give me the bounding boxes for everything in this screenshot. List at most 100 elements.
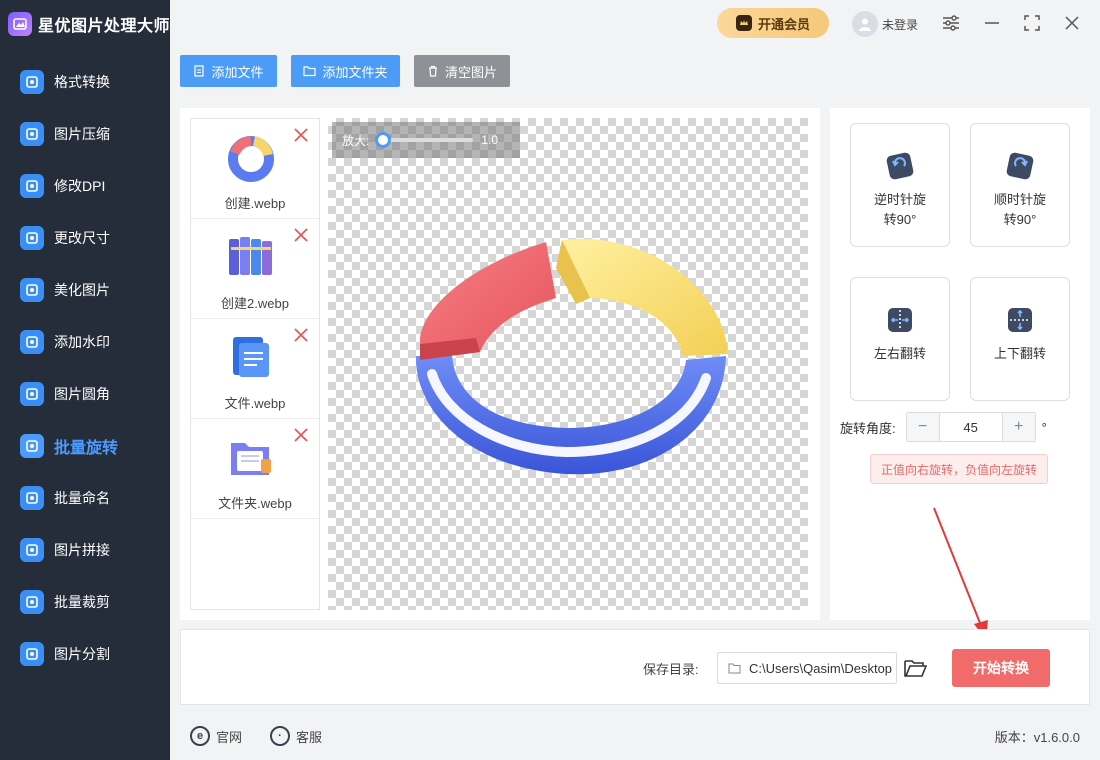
file-name: 创建.webp — [224, 196, 286, 211]
settings-icon[interactable] — [940, 12, 962, 34]
start-convert-button[interactable]: 开始转换 — [952, 649, 1050, 687]
folder-icon — [303, 66, 317, 77]
compress-icon — [20, 122, 44, 146]
footer: e 官网 · 客服 版本：v1.6.0.0 — [170, 712, 1100, 760]
image-preview: 放大: 1.0 — [328, 118, 808, 610]
sidebar: 星优图片处理大师 格式转换图片压缩修改DPI 更改尺寸美化图片添加水印图片圆角批量… — [0, 0, 170, 760]
sidebar-item-label: 批量命名 — [54, 490, 110, 506]
dpi-icon — [20, 174, 44, 198]
app-title: 星优图片处理大师 — [38, 18, 171, 35]
sidebar-item-label: 图片压缩 — [54, 126, 110, 142]
sidebar-item-1[interactable]: 图片压缩 — [0, 108, 170, 160]
user-login[interactable]: 未登录 — [852, 9, 918, 39]
folder-outline-icon — [728, 663, 741, 673]
rotation-angle-stepper: − + — [905, 412, 1036, 442]
brand: 星优图片处理大师 — [0, 0, 170, 48]
increment-button[interactable]: + — [1002, 413, 1035, 441]
remove-file-icon[interactable] — [293, 327, 309, 343]
watermark-icon — [20, 330, 44, 354]
file-list-item[interactable]: 创建2.webp — [191, 219, 319, 319]
sidebar-item-11[interactable]: 图片分割 — [0, 628, 170, 680]
sidebar-item-label: 更改尺寸 — [54, 230, 110, 246]
sidebar-item-0[interactable]: 格式转换 — [0, 56, 170, 108]
minimize-icon[interactable] — [981, 12, 1003, 34]
file-name: 文件夹.webp — [218, 496, 292, 511]
rotate-cw-button[interactable]: 顺时针旋 转90° — [970, 123, 1070, 247]
sidebar-item-label: 图片圆角 — [54, 386, 110, 402]
sidebar-item-2[interactable]: 修改DPI — [0, 160, 170, 212]
sidebar-item-3[interactable]: 更改尺寸 — [0, 212, 170, 264]
trash-icon — [428, 65, 437, 77]
sidebar-item-8[interactable]: 批量命名 — [0, 472, 170, 524]
remove-file-icon[interactable] — [293, 227, 309, 243]
rotate-ccw-button[interactable]: 逆时针旋 转90° — [850, 123, 950, 247]
sidebar-item-label: 修改DPI — [54, 178, 106, 194]
sidebar-item-label: 图片分割 — [54, 646, 110, 662]
collage-icon — [20, 538, 44, 562]
file-list-item[interactable]: 文件夹.webp — [191, 419, 319, 519]
sidebar-nav: 格式转换图片压缩修改DPI 更改尺寸美化图片添加水印图片圆角批量旋转批量命名图片拼… — [0, 56, 170, 680]
crop-icon — [20, 590, 44, 614]
file-list-item[interactable]: 文件.webp — [191, 319, 319, 419]
ie-icon: e — [190, 726, 210, 746]
flip-vertical-button[interactable]: 上下翻转 — [970, 277, 1070, 401]
file-list-item[interactable]: 创建.webp — [191, 119, 319, 219]
sidebar-item-5[interactable]: 添加水印 — [0, 316, 170, 368]
website-label: 官网 — [216, 729, 243, 745]
resize-icon — [20, 226, 44, 250]
clear-images-label: 清空图片 — [444, 64, 497, 80]
remove-file-icon[interactable] — [293, 127, 309, 143]
remove-file-icon[interactable] — [293, 427, 309, 443]
sidebar-item-10[interactable]: 批量裁剪 — [0, 576, 170, 628]
rotation-angle-input[interactable] — [938, 413, 1003, 441]
vip-button[interactable]: 开通会员 — [717, 8, 829, 38]
avatar-icon — [852, 11, 878, 37]
website-link[interactable]: e 官网 — [190, 726, 242, 746]
sidebar-item-label: 批量旋转 — [54, 440, 119, 457]
flip-horizontal-button[interactable]: 左右翻转 — [850, 277, 950, 401]
split-icon — [20, 642, 44, 666]
zoom-slider[interactable] — [375, 132, 474, 148]
sidebar-item-9[interactable]: 图片拼接 — [0, 524, 170, 576]
chart-ring-thumb — [223, 129, 279, 185]
open-folder-icon[interactable] — [903, 657, 927, 679]
round-corner-icon — [20, 382, 44, 406]
clear-images-button[interactable]: 清空图片 — [414, 55, 510, 87]
support-label: 客服 — [296, 729, 323, 745]
flip-horizontal-icon — [888, 308, 912, 332]
rotate-left-icon — [886, 152, 914, 180]
toolbar: 添加文件 添加文件夹 清空图片 — [170, 48, 1100, 98]
add-file-label: 添加文件 — [211, 64, 264, 80]
zoom-value: 1.0 — [481, 133, 499, 147]
support-link[interactable]: · 客服 — [270, 726, 322, 746]
document-thumb — [223, 329, 279, 385]
flip-vertical-icon — [1008, 308, 1032, 332]
sidebar-item-6[interactable]: 图片圆角 — [0, 368, 170, 420]
version-text: 版本：v1.6.0.0 — [994, 730, 1080, 745]
vip-label: 开通会员 — [757, 16, 810, 32]
sidebar-item-4[interactable]: 美化图片 — [0, 264, 170, 316]
add-folder-button[interactable]: 添加文件夹 — [291, 55, 400, 87]
flip-vertical-label: 上下翻转 — [993, 346, 1046, 361]
add-folder-label: 添加文件夹 — [322, 64, 388, 80]
sidebar-item-7[interactable]: 批量旋转 — [0, 420, 170, 472]
sidebar-item-label: 添加水印 — [54, 334, 110, 350]
books-thumb — [223, 229, 279, 285]
output-bar: 保存目录: C:\Users\Qasim\Desktop 开始转换 — [180, 629, 1090, 705]
rotation-hint: 正值向右旋转，负值向左旋转 — [870, 454, 1048, 484]
operations-panel: 逆时针旋 转90° 顺时针旋 转90° 左右翻转 上下翻转 旋转角度: − + — [830, 108, 1090, 620]
file-icon — [194, 65, 205, 77]
zoom-slider-handle[interactable] — [375, 132, 392, 148]
sidebar-item-label: 格式转换 — [54, 74, 110, 90]
save-dir-input[interactable]: C:\Users\Qasim\Desktop — [717, 652, 897, 684]
save-dir-path: C:\Users\Qasim\Desktop — [749, 660, 893, 676]
topbar: 开通会员 未登录 — [170, 0, 1100, 48]
beautify-icon — [20, 278, 44, 302]
zoom-label: 放大: — [342, 133, 370, 148]
rotation-angle-row: 旋转角度: − + ° — [840, 412, 1047, 442]
add-file-button[interactable]: 添加文件 — [180, 55, 277, 87]
sidebar-item-label: 批量裁剪 — [54, 594, 110, 610]
close-icon[interactable] — [1061, 12, 1083, 34]
maximize-icon[interactable] — [1021, 12, 1043, 34]
decrement-button[interactable]: − — [906, 413, 939, 441]
